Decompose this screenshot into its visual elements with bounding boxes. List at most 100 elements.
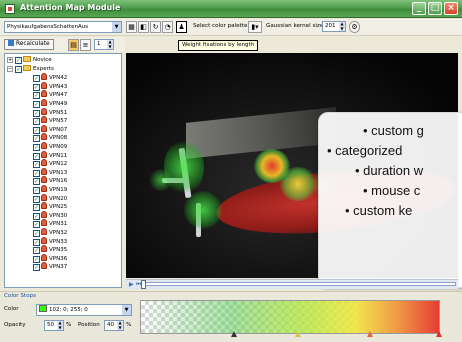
folder-icon <box>23 56 31 62</box>
grid-view-icon[interactable]: ▦ <box>126 21 137 33</box>
folder-icon[interactable]: ▤ <box>68 39 79 51</box>
tree-item-vpn37[interactable]: ✓ VPN37 <box>33 262 67 272</box>
subject-label: VPN07 <box>49 126 68 133</box>
opacity-stepper[interactable]: 50 ▲ ▼ <box>44 320 64 331</box>
palette-icon[interactable]: ◧ <box>138 21 149 33</box>
subject-label: VPN43 <box>49 83 68 90</box>
person-icon <box>41 193 47 201</box>
subject-label: VPN57 <box>49 118 68 125</box>
refresh-icon[interactable]: ↻ <box>150 21 161 33</box>
kernel-size-stepper[interactable]: 201 ▲ ▼ <box>322 21 346 32</box>
weight-fixations-button[interactable]: ♟ <box>176 21 187 33</box>
person-icon <box>41 185 47 192</box>
stepper-arrows-icon[interactable]: ▲ ▼ <box>117 320 123 330</box>
subject-tree[interactable]: + ✓ Novice − ✓ Experts ✓ VPN42 ✓ VPN43 ✓ VPN47 ✓ VPN4… <box>4 53 122 288</box>
color-swatch <box>39 305 47 312</box>
step-stepper[interactable]: 1 ▲ ▼ <box>94 39 114 50</box>
app-icon <box>5 4 15 14</box>
color-gradient-preview[interactable] <box>140 300 440 334</box>
subject-label: VPN08 <box>49 135 68 142</box>
person-icon <box>41 116 47 124</box>
person-icon <box>41 219 47 227</box>
person-icon <box>41 73 47 81</box>
group-checkbox[interactable]: ✓ <box>15 57 22 64</box>
person-icon <box>41 150 47 158</box>
stepper-arrows-icon[interactable]: ▲ ▼ <box>57 320 63 330</box>
settings-icon[interactable]: ⚙ <box>349 21 360 33</box>
subject-checkbox[interactable]: ✓ <box>33 264 40 272</box>
recalculate-button[interactable]: Recalculate <box>4 39 54 50</box>
subject-label: VPN49 <box>49 101 68 107</box>
color-stop-marker[interactable] <box>367 331 373 337</box>
stepper-arrows-icon[interactable]: ▲ ▼ <box>107 39 113 49</box>
position-value: 40 <box>107 322 114 328</box>
callout-line-5: • custom ke <box>345 203 413 218</box>
person-icon <box>41 90 47 98</box>
opacity-unit: % <box>66 322 72 328</box>
recalculate-icon <box>8 40 14 46</box>
color-stop-marker[interactable] <box>295 331 301 337</box>
color-select-value: 102; 0; 255; 0 <box>49 307 88 313</box>
person-icon <box>41 99 47 106</box>
subject-label: VPN09 <box>49 144 68 150</box>
subject-label: VPN25 <box>49 204 68 211</box>
dataset-select-value: PhysikaufgabensSchattenAus <box>7 24 89 30</box>
color-stop-marker[interactable] <box>231 331 237 337</box>
position-stepper[interactable]: 40 ▲ ▼ <box>104 320 124 331</box>
heatspot-green-3 <box>148 169 174 191</box>
minimize-button[interactable]: _ <box>412 2 426 15</box>
title-bar[interactable]: Attention Map Module _ □ × <box>0 0 462 18</box>
kernel-size-label: Gaussian kernel size <box>266 23 324 29</box>
subject-label: VPN20 <box>49 195 68 202</box>
person-icon <box>41 167 47 175</box>
dataset-select[interactable]: PhysikaufgabensSchattenAus ▼ <box>4 21 122 33</box>
color-stop-marker[interactable] <box>436 331 442 337</box>
person-icon <box>41 81 47 89</box>
person-icon <box>41 262 47 270</box>
select-palette-label: Select color palette <box>193 23 248 29</box>
person-icon <box>41 107 47 115</box>
position-unit: % <box>126 322 132 328</box>
expand-toggle-icon[interactable]: + <box>7 57 13 63</box>
subject-label: VPN47 <box>49 92 68 99</box>
expand-toggle-icon[interactable]: − <box>7 65 13 72</box>
subject-label: VPN31 <box>49 221 68 228</box>
chevron-down-icon: ▼ <box>122 305 131 315</box>
maximize-button[interactable]: □ <box>428 2 442 15</box>
person-icon <box>41 245 47 253</box>
person-icon <box>41 124 47 132</box>
timeline-scrubber[interactable] <box>141 280 146 289</box>
person-icon <box>41 228 47 235</box>
person-icon <box>41 210 47 218</box>
heatspot-green-2 <box>184 191 222 229</box>
mouse-icon[interactable]: ◔ <box>162 21 173 33</box>
subject-label: VPN42 <box>49 75 68 82</box>
position-label: Position <box>78 322 100 328</box>
timeline-track[interactable] <box>144 282 456 286</box>
callout-line-1: • custom g <box>363 123 424 138</box>
person-icon <box>41 176 47 184</box>
step-value: 1 <box>97 41 101 47</box>
folder-icon <box>23 64 31 71</box>
group-label: Experts <box>33 65 54 72</box>
color-select[interactable]: 102; 0; 255; 0 ▼ <box>36 304 132 316</box>
callout-line-2: • categorized <box>327 143 403 158</box>
layers-icon[interactable]: ≡ <box>80 39 91 51</box>
person-icon <box>41 133 47 141</box>
palette-dropdown[interactable]: ▮▾ <box>248 21 262 33</box>
person-icon <box>41 253 47 261</box>
subject-label: VPN13 <box>49 169 68 176</box>
person-icon <box>41 142 47 149</box>
callout-line-3: • duration w <box>355 163 424 178</box>
person-icon <box>41 159 47 167</box>
subject-label: VPN16 <box>49 178 68 185</box>
close-button[interactable]: × <box>444 2 458 15</box>
recalculate-label: Recalculate <box>16 41 50 47</box>
color-stops-title: Color Stops <box>4 293 37 299</box>
subject-label: VPN32 <box>49 230 68 236</box>
stepper-arrows-icon[interactable]: ▲ ▼ <box>339 21 345 31</box>
callout-line-4: • mouse c <box>363 183 421 198</box>
attention-map-window: Attention Map Module _ □ × Physikaufgabe… <box>0 0 462 342</box>
group-checkbox[interactable]: ✓ <box>15 65 22 73</box>
subject-label: VPN11 <box>49 152 68 159</box>
